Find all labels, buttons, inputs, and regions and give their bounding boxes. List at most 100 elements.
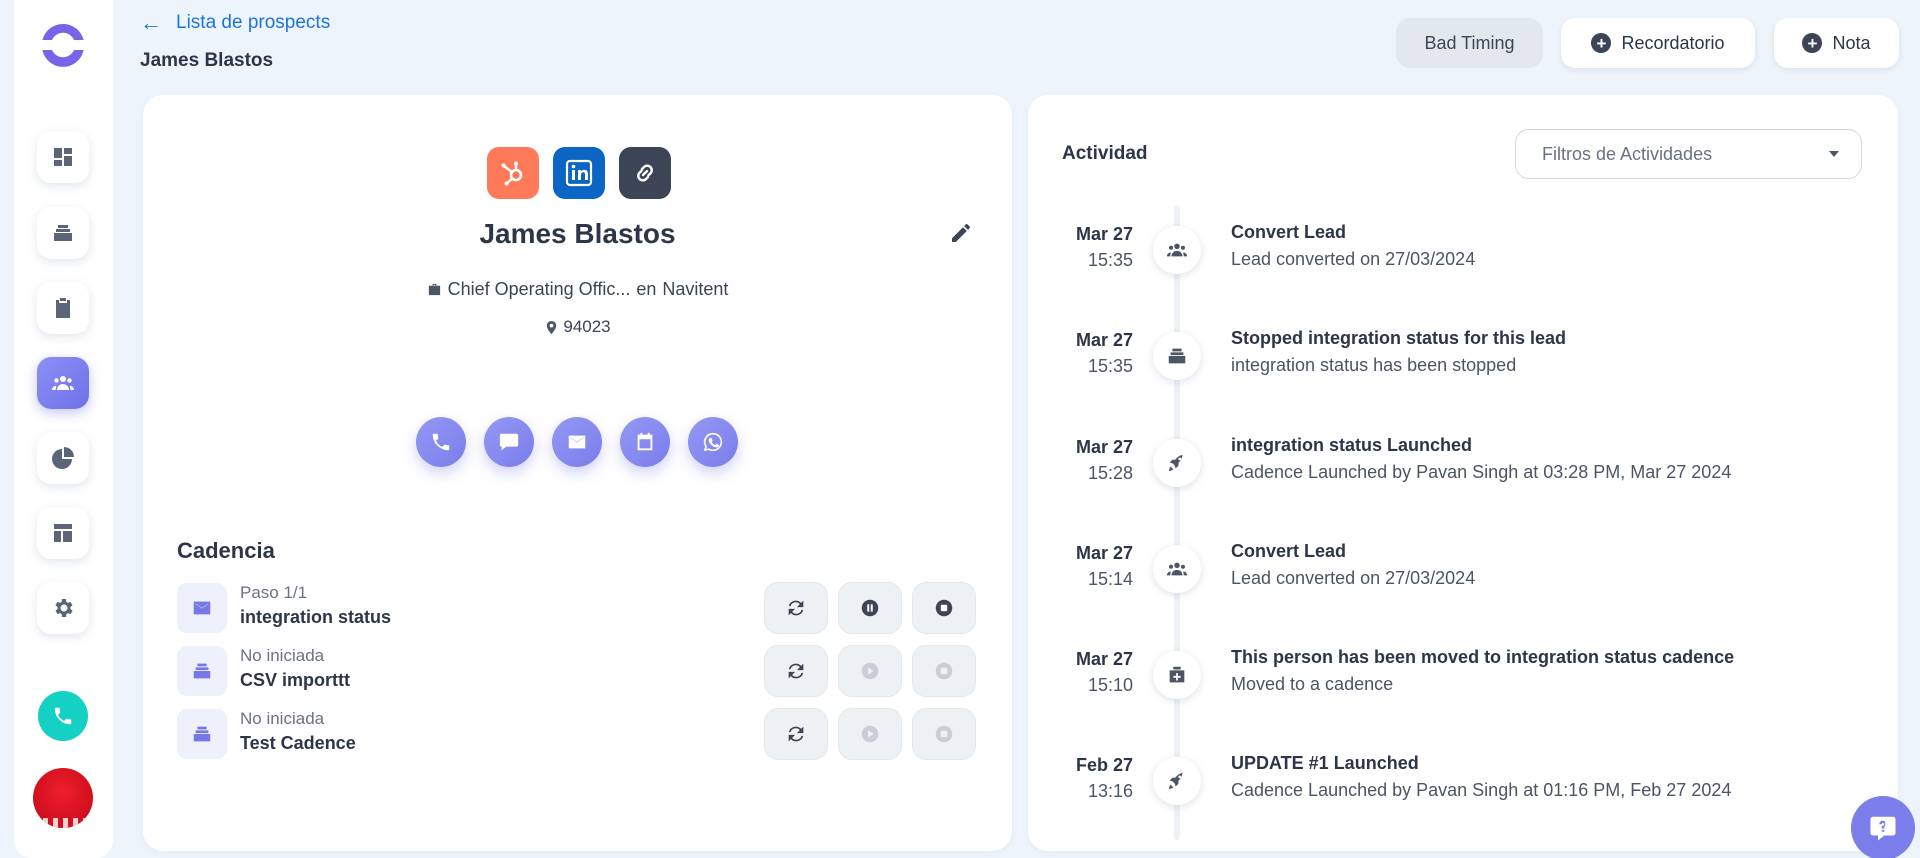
play-icon[interactable]	[838, 645, 902, 697]
stop-icon[interactable]	[912, 645, 976, 697]
note-button[interactable]: + Nota	[1774, 18, 1899, 68]
email-icon	[177, 583, 227, 633]
prospect-name: James Blastos	[479, 218, 676, 249]
refresh-icon[interactable]	[764, 582, 828, 634]
people-icon	[1153, 545, 1201, 593]
bad-timing-button[interactable]: Bad Timing	[1396, 18, 1543, 68]
event-description: Cadence Launched by Pavan Singh at 03:28…	[1231, 462, 1732, 482]
templates-icon[interactable]	[37, 507, 89, 559]
back-to-prospects-link[interactable]: ← Lista de prospects	[140, 12, 330, 34]
event-time: 15:28	[1087, 463, 1133, 483]
job-title: Chief Operating Offic...	[447, 279, 631, 299]
link-icon[interactable]	[619, 147, 671, 199]
plus-circle-icon: +	[1802, 33, 1823, 53]
event-title: Convert Lead	[1231, 222, 1347, 242]
email-icon[interactable]	[552, 417, 602, 467]
refresh-icon[interactable]	[764, 645, 828, 697]
event-time: 13:16	[1087, 781, 1133, 801]
rocket-icon	[1153, 439, 1201, 487]
linkedin-icon[interactable]	[553, 147, 605, 199]
job-connector: en	[636, 279, 657, 299]
dashboard-icon[interactable]	[37, 131, 89, 183]
event-time: 15:14	[1087, 569, 1133, 589]
event-time: 15:35	[1087, 250, 1133, 270]
activity-panel: Actividad Filtros de Actividades Mar 27 …	[1028, 95, 1898, 851]
move-to-cadence-icon	[1153, 651, 1201, 699]
event-date: Mar 27	[1075, 543, 1133, 563]
refresh-icon[interactable]	[764, 708, 828, 760]
tasks-icon[interactable]	[37, 282, 89, 334]
event-date: Mar 27	[1075, 224, 1133, 244]
activity-event: Mar 27 15:35 Stopped integration status …	[1028, 328, 1898, 398]
arrow-left-icon: ←	[140, 10, 162, 35]
event-description: Lead converted on 27/03/2024	[1231, 249, 1476, 269]
whatsapp-icon[interactable]	[688, 417, 738, 467]
pause-icon[interactable]	[838, 582, 902, 634]
layers-icon	[1153, 332, 1201, 380]
layers-icon	[177, 646, 227, 696]
event-title: integration status Launched	[1231, 435, 1473, 455]
dialer-phone-icon[interactable]	[38, 691, 88, 741]
profile-panel: James Blastos Chief Operating Offic... e…	[143, 95, 1012, 851]
sms-chat-icon[interactable]	[484, 417, 534, 467]
help-chat-icon[interactable]	[1851, 796, 1915, 858]
reminder-button[interactable]: + Recordatorio	[1561, 18, 1755, 68]
back-link-label: Lista de prospects	[176, 12, 331, 33]
activity-event: Mar 27 15:14 Convert Lead Lead converted…	[1028, 541, 1898, 611]
people-icon	[1153, 226, 1201, 274]
activity-title: Actividad	[1062, 143, 1148, 164]
activity-event: Mar 27 15:28 integration status Launched…	[1028, 435, 1898, 505]
activity-filter-select[interactable]: Filtros de Actividades	[1515, 129, 1862, 179]
event-description: Moved to a cadence	[1231, 674, 1394, 694]
event-title: Convert Lead	[1231, 541, 1347, 561]
integration-links	[487, 147, 671, 199]
event-date: Mar 27	[1075, 330, 1133, 350]
event-description: integration status has been stopped	[1231, 355, 1517, 375]
caret-down-icon	[1829, 151, 1839, 157]
hubspot-icon[interactable]	[487, 147, 539, 199]
cadence-section-title: Cadencia	[177, 538, 275, 563]
prospects-icon[interactable]	[37, 357, 89, 409]
location-line: 94023	[143, 317, 1012, 337]
activity-event: Feb 27 13:16 UPDATE #1 Launched Cadence …	[1028, 753, 1898, 823]
company-name: Navitent	[662, 279, 729, 299]
activity-event: Mar 27 15:10 This person has been moved …	[1028, 647, 1898, 717]
calendar-icon[interactable]	[620, 417, 670, 467]
activity-filter-label: Filtros de Actividades	[1542, 143, 1713, 164]
cadences-icon[interactable]	[37, 207, 89, 259]
event-date: Mar 27	[1075, 437, 1133, 457]
event-title: Stopped integration status for this lead	[1231, 328, 1567, 348]
activity-event: Mar 27 15:35 Convert Lead Lead converted…	[1028, 222, 1898, 292]
rocket-icon	[1153, 757, 1201, 805]
event-time: 15:35	[1087, 356, 1133, 376]
event-description: Lead converted on 27/03/2024	[1231, 568, 1476, 588]
briefcase-icon	[427, 282, 442, 297]
cadence-status: No iniciada	[240, 646, 325, 665]
stop-icon[interactable]	[912, 582, 976, 634]
edit-pencil-icon[interactable]	[949, 221, 975, 247]
job-line: Chief Operating Offic... en Navitent	[143, 279, 1012, 300]
note-label: Nota	[1832, 32, 1871, 53]
app-logo[interactable]	[38, 20, 88, 70]
call-phone-icon[interactable]	[416, 417, 466, 467]
cadence-name: Test Cadence	[240, 733, 356, 753]
event-date: Mar 27	[1075, 649, 1133, 669]
settings-icon[interactable]	[37, 582, 89, 634]
play-icon[interactable]	[838, 708, 902, 760]
timeline-line	[1174, 205, 1180, 840]
plus-circle-icon: +	[1591, 33, 1612, 53]
event-title: UPDATE #1 Launched	[1231, 753, 1419, 773]
bad-timing-label: Bad Timing	[1424, 32, 1515, 53]
contact-actions	[416, 417, 738, 467]
event-date: Feb 27	[1075, 755, 1133, 775]
cadence-status: No iniciada	[240, 709, 325, 728]
cadence-name: integration status	[240, 607, 392, 627]
sidebar	[14, 0, 113, 858]
cadence-status: Paso 1/1	[240, 583, 308, 602]
cadence-name: CSV importtt	[240, 670, 350, 690]
reports-icon[interactable]	[37, 432, 89, 484]
user-avatar[interactable]	[33, 768, 93, 828]
event-title: This person has been moved to integratio…	[1231, 647, 1735, 667]
layers-icon	[177, 709, 227, 759]
stop-icon[interactable]	[912, 708, 976, 760]
